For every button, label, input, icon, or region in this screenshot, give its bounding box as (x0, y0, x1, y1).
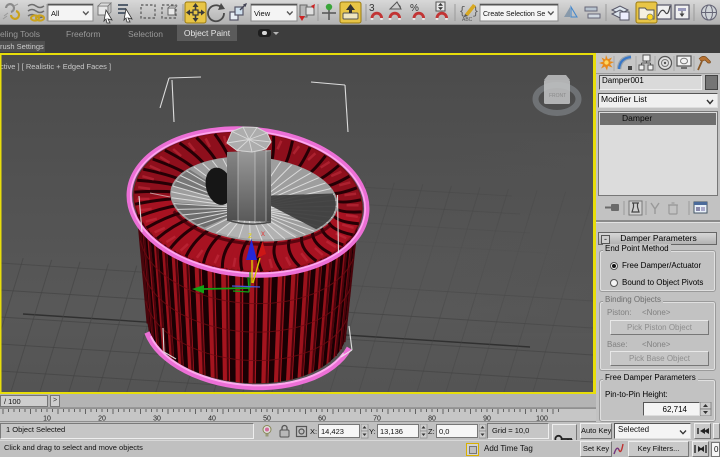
svg-text:z: z (248, 231, 252, 240)
svg-text:3: 3 (369, 3, 375, 14)
svg-text:Create Selection Se: Create Selection Se (483, 11, 545, 18)
svg-text:ABC: ABC (462, 17, 473, 23)
svg-text:All: All (51, 9, 60, 18)
svg-text:ctive ] [ Realistic + Edged Fa: ctive ] [ Realistic + Edged Faces ] (0, 62, 111, 71)
svg-text:FRONT: FRONT (549, 93, 566, 99)
svg-text:View: View (254, 9, 271, 18)
svg-text:x: x (261, 229, 265, 238)
svg-text:%: % (410, 3, 419, 14)
